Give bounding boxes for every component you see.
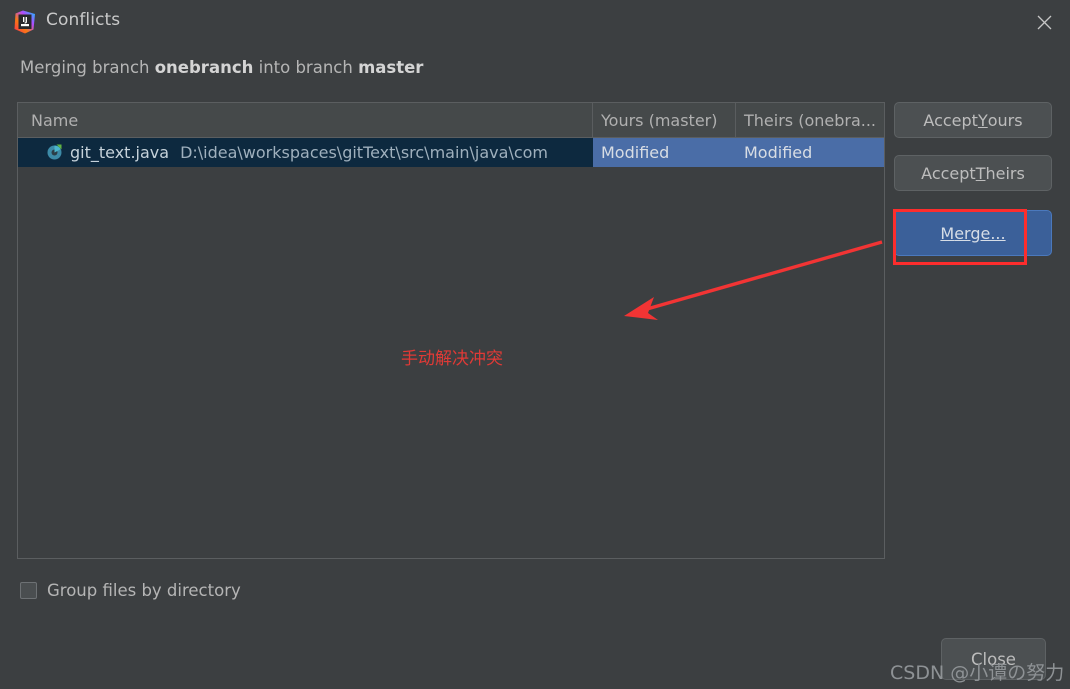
table-cell-yours[interactable]: Modified <box>593 138 736 167</box>
column-header-name[interactable]: Name <box>18 103 593 137</box>
table-cell-theirs[interactable]: Modified <box>736 138 884 167</box>
svg-text:IJ: IJ <box>22 16 27 24</box>
merge-description-middle: into branch <box>253 58 359 77</box>
column-header-theirs[interactable]: Theirs (onebra... <box>736 103 883 137</box>
merge-label-post: erge... <box>954 223 1006 243</box>
accept-theirs-mnemonic: T <box>975 163 986 183</box>
table-row[interactable]: git_text.java D:\idea\workspaces\gitText… <box>18 138 884 167</box>
column-header-yours[interactable]: Yours (master) <box>593 103 736 137</box>
table-header-row: Name Yours (master) Theirs (onebra... <box>18 103 884 138</box>
merge-description-prefix: Merging branch <box>20 58 155 77</box>
accept-yours-label-post: ours <box>987 110 1023 130</box>
close-button-label: Close <box>971 649 1016 669</box>
merge-mnemonic: M <box>940 223 955 243</box>
target-branch-name: master <box>358 58 424 77</box>
accept-theirs-label-pre: Accept <box>921 163 976 183</box>
checkbox-box[interactable] <box>20 582 37 599</box>
conflicts-table: Name Yours (master) Theirs (onebra... gi… <box>17 102 885 559</box>
file-path: D:\idea\workspaces\gitText\src\main\java… <box>180 143 549 162</box>
file-name: git_text.java <box>70 143 170 162</box>
source-branch-name: onebranch <box>154 58 254 77</box>
title-bar: IJ Conflicts <box>0 0 1070 44</box>
close-icon[interactable] <box>1018 0 1070 44</box>
merge-button[interactable]: Merge... <box>894 210 1052 256</box>
accept-theirs-button[interactable]: Accept Theirs <box>894 155 1052 191</box>
close-button[interactable]: Close <box>941 638 1046 680</box>
group-files-by-directory-label: Group files by directory <box>47 581 241 600</box>
accept-yours-mnemonic: Y <box>977 110 988 130</box>
git-conflict-icon <box>46 144 63 161</box>
annotation-note-text: 手动解决冲突 <box>401 349 503 369</box>
accept-yours-label-pre: Accept <box>923 110 978 130</box>
accept-theirs-label-post: heirs <box>985 163 1025 183</box>
table-cell-name[interactable]: git_text.java D:\idea\workspaces\gitText… <box>18 138 593 167</box>
accept-yours-button[interactable]: Accept Yours <box>894 102 1052 138</box>
window-title: Conflicts <box>46 10 121 30</box>
intellij-idea-icon: IJ <box>12 9 38 35</box>
merge-description: Merging branch onebranch into branch mas… <box>20 58 423 77</box>
group-files-by-directory-checkbox[interactable]: Group files by directory <box>20 581 241 600</box>
